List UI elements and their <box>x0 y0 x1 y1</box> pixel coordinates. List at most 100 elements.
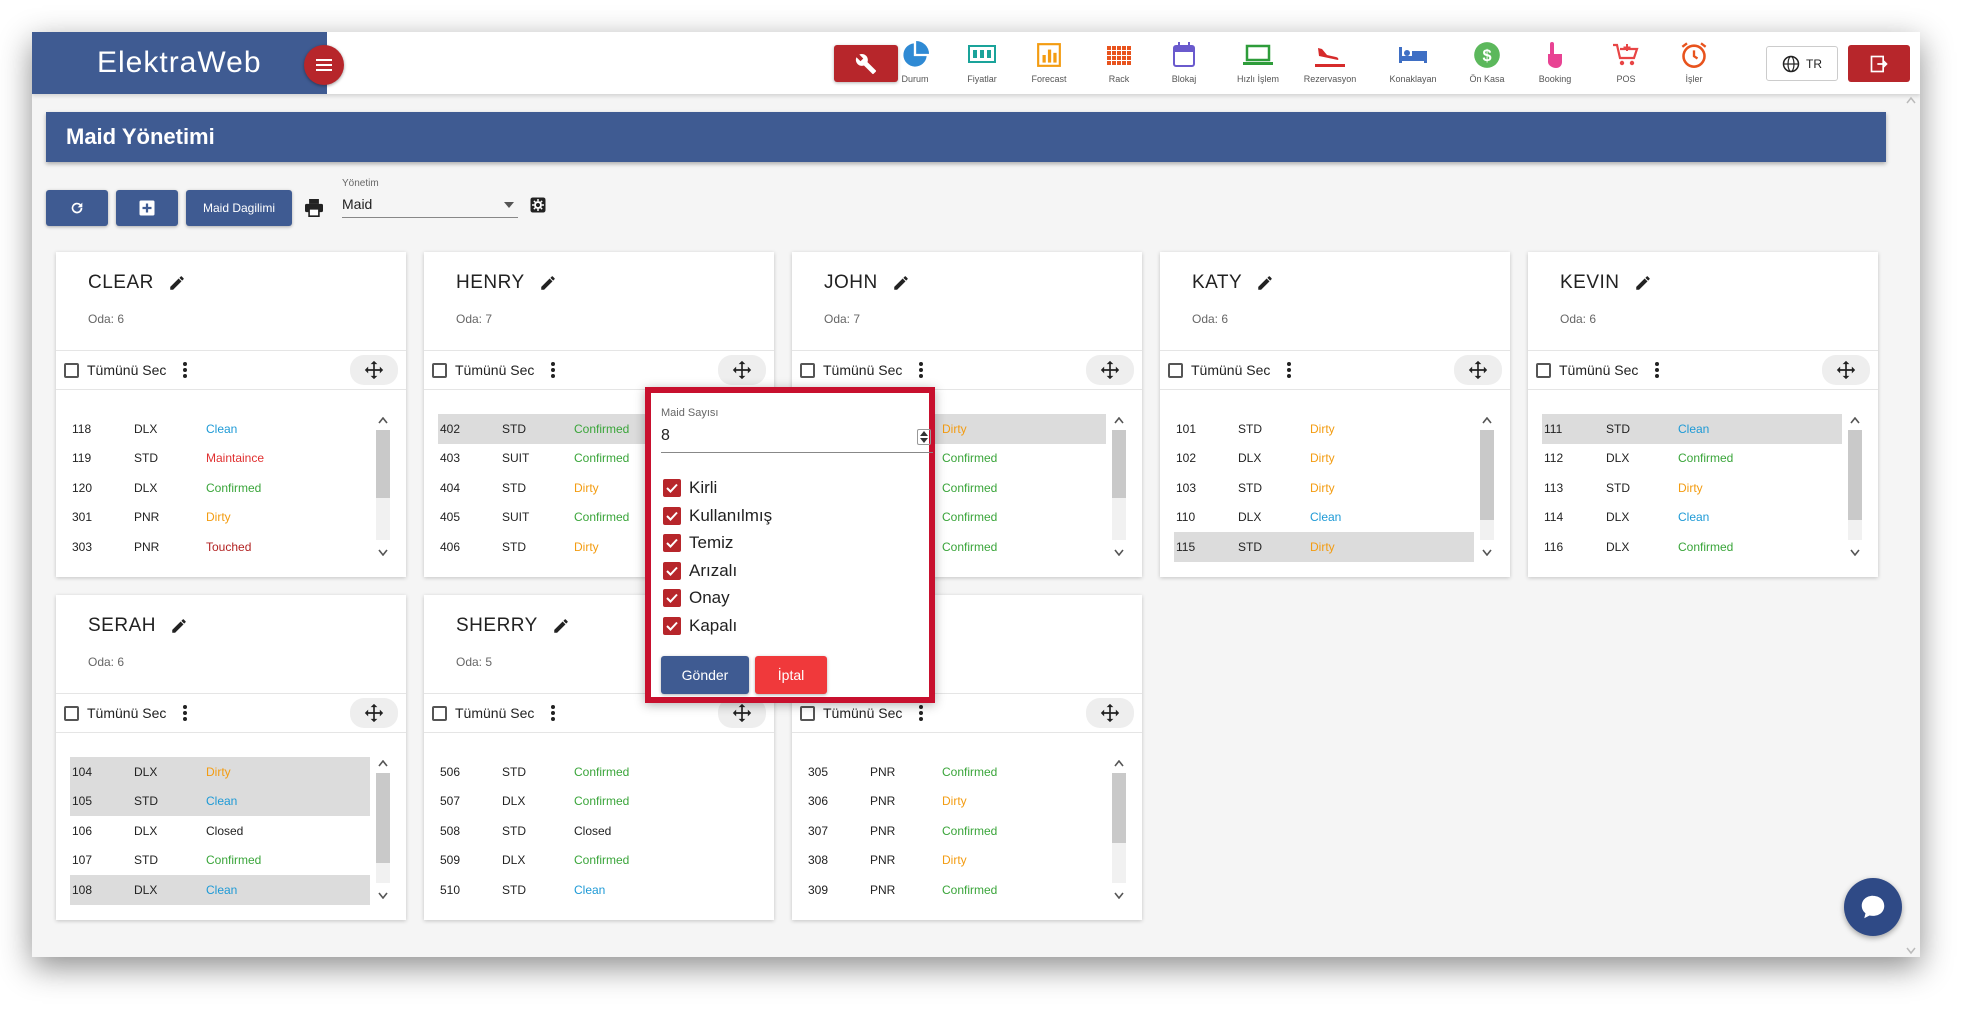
scroll-track[interactable] <box>1112 773 1126 883</box>
status-option[interactable]: Kullanılmış <box>663 505 772 527</box>
checkbox-checked[interactable] <box>663 506 681 525</box>
card-scrollbar[interactable] <box>1112 755 1126 903</box>
more-vert-icon[interactable] <box>1286 361 1292 384</box>
more-vert-icon[interactable] <box>182 361 188 384</box>
pencil-icon[interactable] <box>552 617 570 635</box>
chevron-up-icon[interactable] <box>376 412 390 428</box>
chevron-up-icon[interactable] <box>1480 412 1494 428</box>
card-scrollbar[interactable] <box>1480 412 1494 560</box>
checkbox-checked[interactable] <box>663 561 681 580</box>
room-row[interactable]: 101 STD Dirty <box>1174 414 1474 444</box>
room-row[interactable]: 104 DLX Dirty <box>70 757 370 787</box>
pencil-icon[interactable] <box>892 274 910 292</box>
status-option[interactable]: Arızalı <box>663 560 737 582</box>
add-button[interactable] <box>116 190 178 226</box>
more-vert-icon[interactable] <box>918 361 924 384</box>
cancel-button[interactable]: İptal <box>755 656 827 694</box>
move-button[interactable] <box>1454 355 1502 385</box>
checkbox-checked[interactable] <box>663 589 681 607</box>
card-scrollbar[interactable] <box>376 412 390 560</box>
scroll-track[interactable] <box>1480 430 1494 540</box>
room-row[interactable]: 303 PNR Touched <box>70 532 370 562</box>
nav-cart[interactable]: POS <box>1593 38 1659 92</box>
pencil-icon[interactable] <box>168 274 186 292</box>
room-row[interactable]: 114 DLX Clean <box>1542 503 1842 533</box>
select-all-checkbox[interactable] <box>432 363 447 378</box>
nav-laptop[interactable]: Hızlı İşlem <box>1225 38 1291 92</box>
more-vert-icon[interactable] <box>1654 361 1660 384</box>
maid-count-input[interactable]: 8 <box>661 423 933 453</box>
nav-pie-chart[interactable]: Durum <box>882 38 948 92</box>
room-row[interactable]: 308 PNR Dirty <box>806 846 1106 876</box>
pencil-icon[interactable] <box>1634 274 1652 292</box>
more-vert-icon[interactable] <box>550 361 556 384</box>
room-row[interactable]: 119 STD Maintaince <box>70 444 370 474</box>
chevron-up-icon[interactable] <box>1112 755 1126 771</box>
room-row[interactable]: 108 DLX Clean <box>70 875 370 905</box>
room-row[interactable]: 116 DLX Confirmed <box>1542 532 1842 562</box>
number-spinner[interactable] <box>917 429 931 445</box>
print-icon[interactable] <box>304 199 324 222</box>
select-all-checkbox[interactable] <box>800 363 815 378</box>
pencil-icon[interactable] <box>539 274 557 292</box>
chevron-down-icon[interactable] <box>376 887 390 903</box>
card-scrollbar[interactable] <box>376 755 390 903</box>
select-all-checkbox[interactable] <box>64 706 79 721</box>
chevron-up-icon[interactable] <box>376 755 390 771</box>
room-row[interactable]: 507 DLX Confirmed <box>438 787 738 817</box>
room-row[interactable]: 115 STD Dirty <box>1174 532 1474 562</box>
move-button[interactable] <box>1822 355 1870 385</box>
room-row[interactable]: 102 DLX Dirty <box>1174 444 1474 474</box>
room-row[interactable]: 118 DLX Clean <box>70 414 370 444</box>
status-option[interactable]: Kapalı <box>663 615 737 637</box>
nav-bar-chart[interactable]: Forecast <box>1016 38 1082 92</box>
scroll-track[interactable] <box>376 773 390 883</box>
room-row[interactable]: 510 STD Clean <box>438 875 738 905</box>
nav-alarm[interactable]: İşler <box>1661 38 1727 92</box>
scroll-thumb[interactable] <box>1848 430 1862 520</box>
logout-button[interactable] <box>1848 45 1910 82</box>
card-scrollbar[interactable] <box>1848 412 1862 560</box>
status-option[interactable]: Onay <box>663 587 730 609</box>
room-row[interactable]: 110 DLX Clean <box>1174 503 1474 533</box>
more-vert-icon[interactable] <box>918 704 924 727</box>
nav-bed[interactable]: Konaklayan <box>1380 38 1446 92</box>
room-row[interactable]: 306 PNR Dirty <box>806 787 1106 817</box>
checkbox-checked[interactable] <box>663 616 681 635</box>
room-row[interactable]: 113 STD Dirty <box>1542 473 1842 503</box>
pencil-icon[interactable] <box>1256 274 1274 292</box>
room-row[interactable]: 120 DLX Confirmed <box>70 473 370 503</box>
chevron-down-icon[interactable] <box>1480 544 1494 560</box>
chevron-down-icon[interactable] <box>1112 544 1126 560</box>
chevron-down-icon[interactable] <box>376 544 390 560</box>
status-option[interactable]: Temiz <box>663 532 733 554</box>
room-row[interactable]: 103 STD Dirty <box>1174 473 1474 503</box>
scroll-track[interactable] <box>376 430 390 540</box>
chevron-up-icon[interactable] <box>1848 412 1862 428</box>
select-all-checkbox[interactable] <box>432 706 447 721</box>
room-row[interactable]: 509 DLX Confirmed <box>438 846 738 876</box>
more-vert-icon[interactable] <box>182 704 188 727</box>
room-row[interactable]: 106 DLX Closed <box>70 816 370 846</box>
language-button[interactable]: TR <box>1766 46 1838 81</box>
nav-dollar[interactable]: $ Ön Kasa <box>1454 38 1520 92</box>
checkbox-checked[interactable] <box>663 534 681 552</box>
chat-button[interactable] <box>1844 878 1902 936</box>
status-option[interactable]: Kirli <box>663 477 717 499</box>
maid-distribution-button[interactable]: Maid Dagilimi <box>186 190 292 226</box>
page-scrollbar[interactable] <box>1906 94 1916 957</box>
room-row[interactable]: 105 STD Clean <box>70 786 370 816</box>
nav-rack-grid[interactable]: Rack <box>1086 38 1152 92</box>
room-row[interactable]: 309 PNR Confirmed <box>806 875 1106 905</box>
scroll-thumb[interactable] <box>376 430 390 498</box>
yonetim-select[interactable]: Maid <box>342 192 518 218</box>
scroll-thumb[interactable] <box>1112 773 1126 843</box>
settings-icon[interactable] <box>529 196 547 219</box>
nav-price-board[interactable]: Fiyatlar <box>949 38 1015 92</box>
move-button[interactable] <box>718 355 766 385</box>
scroll-track[interactable] <box>1112 430 1126 540</box>
more-vert-icon[interactable] <box>550 704 556 727</box>
move-button[interactable] <box>350 355 398 385</box>
room-row[interactable]: 111 STD Clean <box>1542 414 1842 444</box>
move-button[interactable] <box>1086 698 1134 728</box>
